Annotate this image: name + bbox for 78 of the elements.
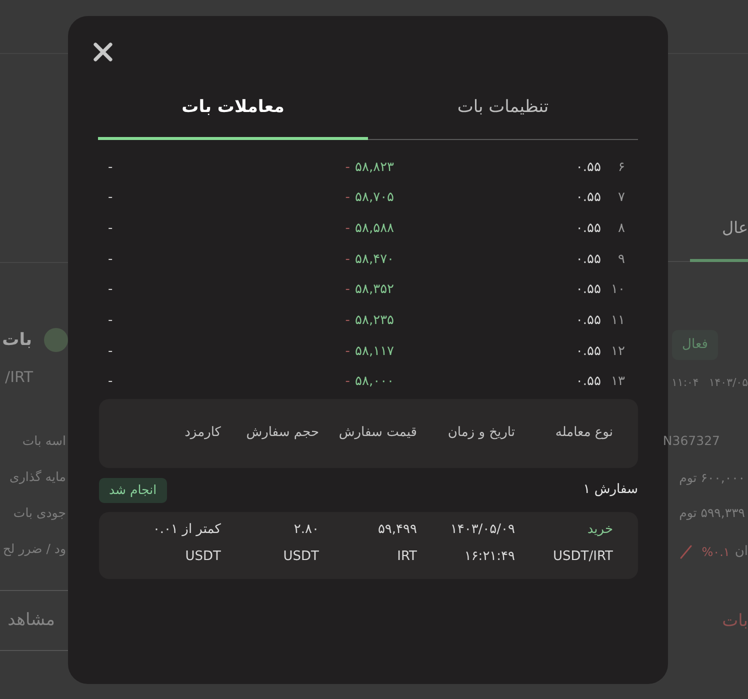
amount-cell-text: ۰.۵۵: [574, 189, 601, 208]
row-number: ۱۰: [610, 281, 625, 300]
sell-price-cell-text: -: [344, 312, 351, 330]
profit-cell-text: -: [108, 250, 114, 269]
change-value: %۰.۱: [702, 544, 730, 561]
row-number: ۱۲: [610, 342, 625, 361]
amount-cell-text: ۰.۵۵: [574, 281, 601, 300]
amount-cell-text: ۰.۵۵: [574, 250, 601, 269]
amount-cell-text: ۰.۵۵: [574, 342, 601, 361]
price-unit: IRT: [397, 548, 417, 566]
amount-cell-text: ۰.۵۵: [574, 312, 601, 330]
row-number: ۱۳: [610, 373, 625, 392]
sell-price-cell-text: -: [344, 342, 351, 361]
row-number: ۹: [617, 250, 625, 269]
trade-side: خرید: [587, 520, 613, 538]
tab[interactable]: معاملات بات: [98, 86, 368, 140]
sell-price-cell-text: -: [344, 158, 351, 177]
bot-name: بات: [2, 329, 32, 352]
sell-price-cell-text: -: [344, 220, 351, 238]
amount-cell-text: ۰.۵۵: [574, 220, 601, 238]
order-date: ۱۴۰۳/۰۵/۰۹: [450, 520, 515, 538]
order-volume: ۲.۸۰: [294, 520, 319, 538]
volume-unit: USDT: [283, 548, 319, 566]
sell-price-cell-text: -: [344, 250, 351, 269]
profit-cell-text: -: [108, 312, 114, 330]
fee-unit: USDT: [185, 548, 221, 566]
amount-cell-text: ۰.۵۵: [574, 158, 601, 177]
trend-line-icon: [680, 545, 692, 559]
close-icon: [93, 42, 113, 62]
row-number: ۷: [617, 189, 625, 208]
column-header: کارمزد: [184, 424, 221, 442]
row-number: ۶: [617, 158, 625, 177]
buy-price-cell-text: ۵۸,۳۵۲: [355, 281, 396, 300]
buy-price-cell-text: ۵۸,۷۰۵: [355, 189, 396, 208]
info-value: N367327: [662, 432, 720, 450]
buy-price-cell-text: ۵۸,۲۳۵: [355, 312, 396, 330]
amount-cell-text: ۰.۵۵: [574, 373, 601, 392]
profit-cell-text: -: [108, 342, 114, 361]
sell-price-cell-text: -: [344, 281, 351, 300]
profit-cell-text: -: [108, 373, 114, 392]
trading-pair: /IRT: [5, 367, 33, 387]
profit-cell-text: -: [108, 189, 114, 208]
sell-price-cell-text: -: [344, 373, 351, 392]
info-label: مایه گذاری: [10, 468, 66, 486]
buy-price-cell-text: ۵۸,۴۷۰: [355, 250, 396, 269]
column-header: حجم سفارش: [245, 424, 319, 442]
status-badge: انجام شد: [99, 478, 167, 502]
order-fee: کمتر از ۰.۰۱: [152, 520, 221, 538]
buy-price-cell-text: ۵۸,۰۰۰: [355, 373, 396, 392]
buy-price-cell-text: ۵۸,۵۸۸: [355, 220, 396, 238]
column-header: نوع معامله: [554, 424, 613, 442]
page-tab[interactable]: عال: [690, 218, 748, 262]
info-value: ۶۰۰,۰۰۰ توم: [679, 469, 745, 487]
info-label: جودی بات: [13, 504, 66, 522]
buy-price-cell-text: ۵۸,۸۲۳: [355, 158, 396, 177]
column-header: قیمت سفارش: [338, 424, 417, 442]
order-time: ۱۶:۲۱:۴۹: [464, 548, 515, 566]
row-number: ۸: [617, 220, 625, 238]
column-header: تاریخ و زمان: [446, 424, 515, 442]
status-badge: فعال: [672, 330, 718, 360]
profit-cell-text: -: [108, 158, 114, 177]
profit-cell-text: -: [108, 220, 114, 238]
buy-price-cell-text: ۵۸,۱۱۷: [355, 342, 396, 361]
change-label: ان: [734, 543, 748, 561]
profit-cell-text: -: [108, 281, 114, 300]
close-button[interactable]: [93, 42, 113, 62]
info-label: ود / ضرر لح: [2, 540, 66, 558]
date-text: ۱۴۰۳/۰۵: [708, 376, 748, 390]
sell-price-cell-text: -: [344, 189, 351, 208]
avatar-icon: [44, 328, 68, 352]
order-title: سفارش ۱: [583, 481, 638, 500]
order-pair: USDT/IRT: [553, 548, 613, 566]
order-price: ۵۹,۴۹۹: [378, 520, 417, 538]
info-label: اسه بات: [22, 432, 66, 450]
info-value: ۵۹۹,۳۳۹ توم: [679, 504, 745, 522]
time-text: ۱۱:۰۴: [672, 376, 699, 390]
row-number: ۱۱: [610, 312, 625, 330]
tab[interactable]: تنظیمات بات: [368, 86, 638, 140]
